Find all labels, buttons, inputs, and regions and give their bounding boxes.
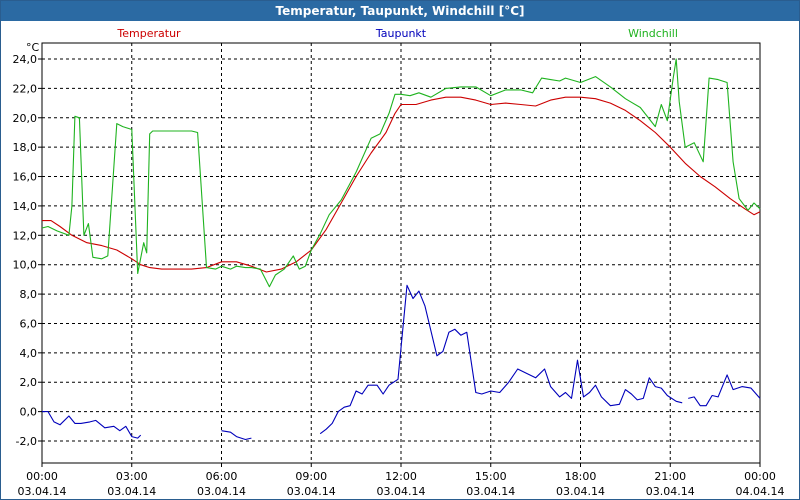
x-tick-date: 03.04.14 [107, 485, 156, 498]
chart-window: Temperatur, Taupunkt, Windchill [°C] 24,… [0, 0, 800, 500]
x-tick-time: 12:00 [385, 470, 417, 483]
y-tick-label: 2,0 [20, 376, 38, 389]
legend-taupunkt: Taupunkt [375, 27, 427, 40]
y-tick-label: 8,0 [20, 288, 38, 301]
x-tick-date: 04.04.14 [736, 485, 785, 498]
y-tick-label: 10,0 [13, 259, 38, 272]
x-tick-date: 03.04.14 [646, 485, 695, 498]
legend-windchill: Windchill [628, 27, 678, 40]
x-tick-time: 06:00 [206, 470, 238, 483]
x-tick-time: 00:00 [744, 470, 776, 483]
x-tick-time: 09:00 [295, 470, 327, 483]
y-tick-label: 6,0 [20, 317, 38, 330]
window-title: Temperatur, Taupunkt, Windchill [°C] [1, 1, 799, 21]
x-tick-time: 18:00 [565, 470, 597, 483]
x-tick-date: 03.04.14 [466, 485, 515, 498]
x-tick-time: 21:00 [654, 470, 686, 483]
x-tick-date: 03.04.14 [197, 485, 246, 498]
y-axis-label: °C [26, 41, 40, 54]
y-tick-label: 4,0 [20, 347, 38, 360]
x-tick-time: 15:00 [475, 470, 507, 483]
x-tick-date: 03.04.14 [556, 485, 605, 498]
x-tick-time: 00:00 [26, 470, 58, 483]
x-tick-date: 03.04.14 [18, 485, 67, 498]
y-tick-label: 0,0 [20, 406, 38, 419]
x-tick-date: 03.04.14 [287, 485, 336, 498]
x-tick-date: 03.04.14 [377, 485, 426, 498]
y-tick-label: 18,0 [13, 141, 38, 154]
y-tick-label: 12,0 [13, 229, 38, 242]
y-tick-label: 24,0 [13, 53, 38, 66]
y-tick-label: -2,0 [16, 435, 37, 448]
series-line-taupunkt [42, 411, 142, 439]
chart-canvas: 24,0 22,0 20,0 18,0 16,0 14,0 12,0 10,0 8,0 6,0 4,… [13, 27, 785, 498]
y-tick-label: 14,0 [13, 200, 38, 213]
x-tick-time: 03:00 [116, 470, 148, 483]
y-tick-label: 22,0 [13, 82, 38, 95]
y-tick-label: 20,0 [13, 112, 38, 125]
series-line-taupunkt [221, 430, 252, 441]
series-line-taupunkt [688, 374, 761, 407]
y-tick-label: 16,0 [13, 171, 38, 184]
legend-temperatur: Temperatur [116, 27, 181, 40]
